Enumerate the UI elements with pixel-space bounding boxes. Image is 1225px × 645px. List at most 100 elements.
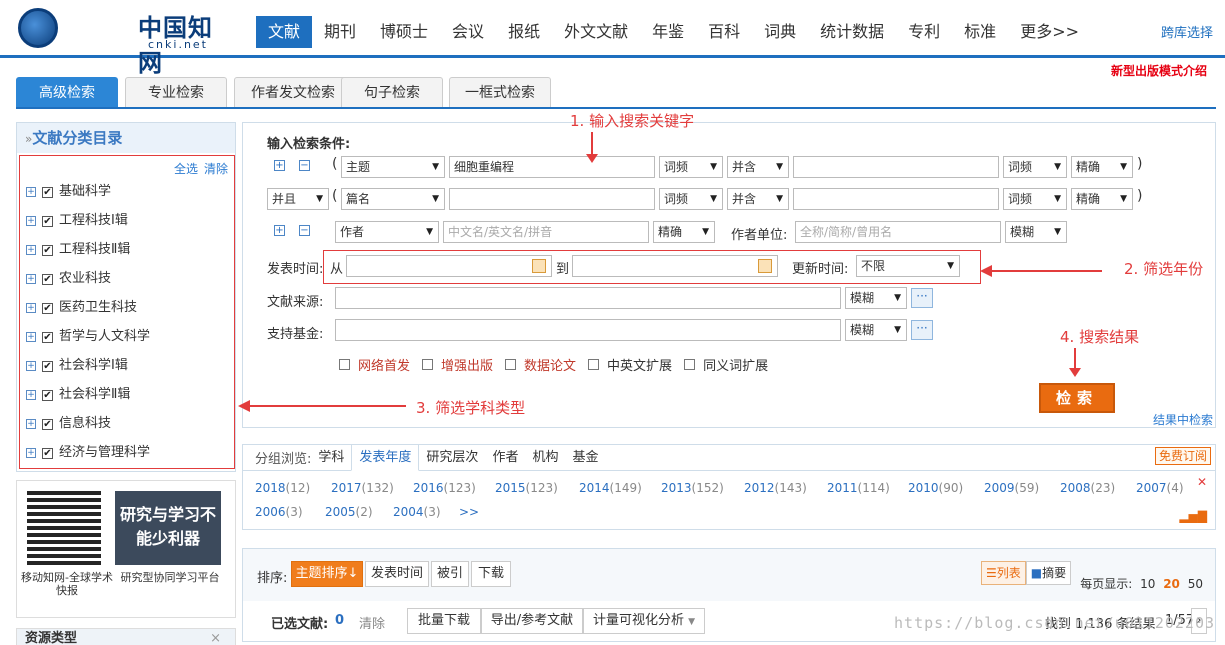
per-page-10[interactable]: 10 — [1140, 577, 1155, 591]
year-2013[interactable]: 2013(152) — [661, 481, 724, 495]
expand-icon[interactable]: + — [26, 419, 36, 429]
tab-single-box[interactable]: 一框式检索 — [449, 77, 551, 107]
freq-select-2[interactable]: 词频 ▼ — [659, 188, 723, 210]
group-tab-fund[interactable]: 基金 — [565, 445, 605, 471]
sort-by-date[interactable]: 发表时间 — [365, 561, 429, 587]
year-2007[interactable]: 2007(4) — [1136, 481, 1184, 495]
keyword-input-2b[interactable] — [793, 188, 999, 210]
category-item[interactable]: + ✔ 信息科技 — [26, 415, 111, 433]
expand-icon[interactable]: + — [26, 303, 36, 313]
year-2016[interactable]: 2016(123) — [413, 481, 476, 495]
category-item[interactable]: + ✔ 经济与管理科学 — [26, 444, 150, 462]
checkbox-checked-icon[interactable]: ✔ — [42, 447, 53, 459]
checkbox-checked-icon[interactable]: ✔ — [42, 360, 53, 372]
match-select-2[interactable]: 精确 ▼ — [1071, 188, 1133, 210]
date-from-input[interactable] — [346, 255, 552, 277]
checkbox-checked-icon[interactable]: ✔ — [42, 389, 53, 401]
expand-icon[interactable]: + — [26, 332, 36, 342]
search-button[interactable]: 检索 — [1039, 383, 1115, 413]
checkbox-synonym-expand[interactable]: 同义词扩展 — [684, 355, 768, 374]
field-select-2[interactable]: 篇名 ▼ — [341, 188, 445, 210]
author-field-select[interactable]: 作者 ▼ — [335, 221, 439, 243]
date-to-input[interactable] — [572, 255, 778, 277]
year-2015[interactable]: 2015(123) — [495, 481, 558, 495]
group-tab-subject[interactable]: 学科 — [311, 445, 351, 471]
per-page-20[interactable]: 20 — [1163, 577, 1180, 591]
qr-code-icon[interactable] — [27, 491, 101, 565]
checkbox-checked-icon[interactable]: ✔ — [42, 331, 53, 343]
category-item[interactable]: + ✔ 农业科技 — [26, 270, 111, 288]
checkbox-cn-en-expand[interactable]: 中英文扩展 — [588, 355, 672, 374]
free-subscribe-button[interactable]: 免费订阅 — [1154, 447, 1211, 465]
batch-download-button[interactable]: 批量下载 — [407, 608, 481, 634]
view-list-button[interactable]: ☰列表 — [981, 561, 1026, 585]
field-select-1[interactable]: 主题 ▼ — [341, 156, 445, 178]
fund-input[interactable] — [335, 319, 841, 341]
per-page-50[interactable]: 50 — [1188, 577, 1203, 591]
keyword-input-1[interactable]: 细胞重编程 — [449, 156, 655, 178]
checkbox-icon[interactable] — [505, 359, 517, 370]
expand-icon[interactable]: + — [26, 187, 36, 197]
nav-zhuanli[interactable]: 专利 — [896, 16, 952, 48]
resource-type-header[interactable]: 资源类型 × — [16, 628, 236, 645]
chart-icon[interactable]: ▂▅▇ — [1179, 509, 1207, 523]
nav-biaozhun[interactable]: 标准 — [952, 16, 1008, 48]
freq-select-2b[interactable]: 词频 ▼ — [1003, 188, 1067, 210]
nav-huiyi[interactable]: 会议 — [440, 16, 496, 48]
checkbox-icon[interactable] — [684, 359, 696, 370]
checkbox-icon[interactable] — [422, 359, 434, 370]
expand-icon[interactable]: + — [26, 361, 36, 371]
year-2004[interactable]: 2004(3) — [393, 505, 441, 519]
sort-by-download[interactable]: 下载 — [471, 561, 511, 587]
nav-baike[interactable]: 百科 — [696, 16, 752, 48]
source-picker-button[interactable]: ··· — [911, 288, 933, 308]
update-time-select[interactable]: 不限 ▼ — [856, 255, 960, 277]
promo-banner[interactable]: 研究与学习不能少利器 — [115, 491, 221, 565]
year-2005[interactable]: 2005(2) — [325, 505, 373, 519]
nav-cidian[interactable]: 词典 — [752, 16, 808, 48]
author-match-select[interactable]: 精确 ▼ — [653, 221, 715, 243]
author-unit-match-select[interactable]: 模糊 ▼ — [1005, 221, 1067, 243]
checkbox-icon[interactable] — [339, 359, 350, 370]
close-icon[interactable]: ✕ — [1197, 475, 1207, 489]
more-years-link[interactable]: >> — [459, 505, 479, 519]
checkbox-icon[interactable] — [588, 359, 600, 370]
year-2009[interactable]: 2009(59) — [984, 481, 1039, 495]
sort-by-topic[interactable]: 主题排序↓ — [291, 561, 363, 587]
source-match-select[interactable]: 模糊 ▼ — [845, 287, 907, 309]
select-all-link[interactable]: 全选 — [174, 162, 198, 176]
add-row-icon[interactable]: + — [274, 225, 285, 236]
category-item[interactable]: + ✔ 工程科技Ⅱ辑 — [26, 241, 130, 259]
tab-advanced[interactable]: 高级检索 — [16, 77, 118, 107]
sort-by-cited[interactable]: 被引 — [431, 561, 469, 587]
year-2014[interactable]: 2014(149) — [579, 481, 642, 495]
nav-wenxian[interactable]: 文献 — [256, 16, 313, 48]
year-2012[interactable]: 2012(143) — [744, 481, 807, 495]
year-2008[interactable]: 2008(23) — [1060, 481, 1115, 495]
tab-author[interactable]: 作者发文检索 — [234, 77, 352, 107]
fund-match-select[interactable]: 模糊 ▼ — [845, 319, 907, 341]
year-2011[interactable]: 2011(114) — [827, 481, 890, 495]
year-2006[interactable]: 2006(3) — [255, 505, 303, 519]
tab-professional[interactable]: 专业检索 — [125, 77, 227, 107]
nav-waiwen[interactable]: 外文文献 — [552, 16, 640, 48]
checkbox-checked-icon[interactable]: ✔ — [42, 244, 53, 256]
remove-row-icon[interactable]: − — [299, 160, 310, 171]
checkbox-checked-icon[interactable]: ✔ — [42, 273, 53, 285]
logic-select-2[interactable]: 并含 ▼ — [727, 188, 789, 210]
category-item[interactable]: + ✔ 医药卫生科技 — [26, 299, 137, 317]
freq-select-1[interactable]: 词频 ▼ — [659, 156, 723, 178]
year-2010[interactable]: 2010(90) — [908, 481, 963, 495]
group-tab-author[interactable]: 作者 — [485, 445, 525, 471]
category-item[interactable]: + ✔ 工程科技Ⅰ辑 — [26, 212, 128, 230]
match-select-1[interactable]: 精确 ▼ — [1071, 156, 1133, 178]
category-item[interactable]: + ✔ 哲学与人文科学 — [26, 328, 150, 346]
checkbox-checked-icon[interactable]: ✔ — [42, 418, 53, 430]
fund-picker-button[interactable]: ··· — [911, 320, 933, 340]
checkbox-checked-icon[interactable]: ✔ — [42, 215, 53, 227]
author-input[interactable]: 中文名/英文名/拼音 — [443, 221, 649, 243]
expand-icon[interactable]: + — [26, 448, 36, 458]
category-item[interactable]: + ✔ 社会科学Ⅰ辑 — [26, 357, 128, 375]
source-input[interactable] — [335, 287, 841, 309]
logic-select-1[interactable]: 并含 ▼ — [727, 156, 789, 178]
